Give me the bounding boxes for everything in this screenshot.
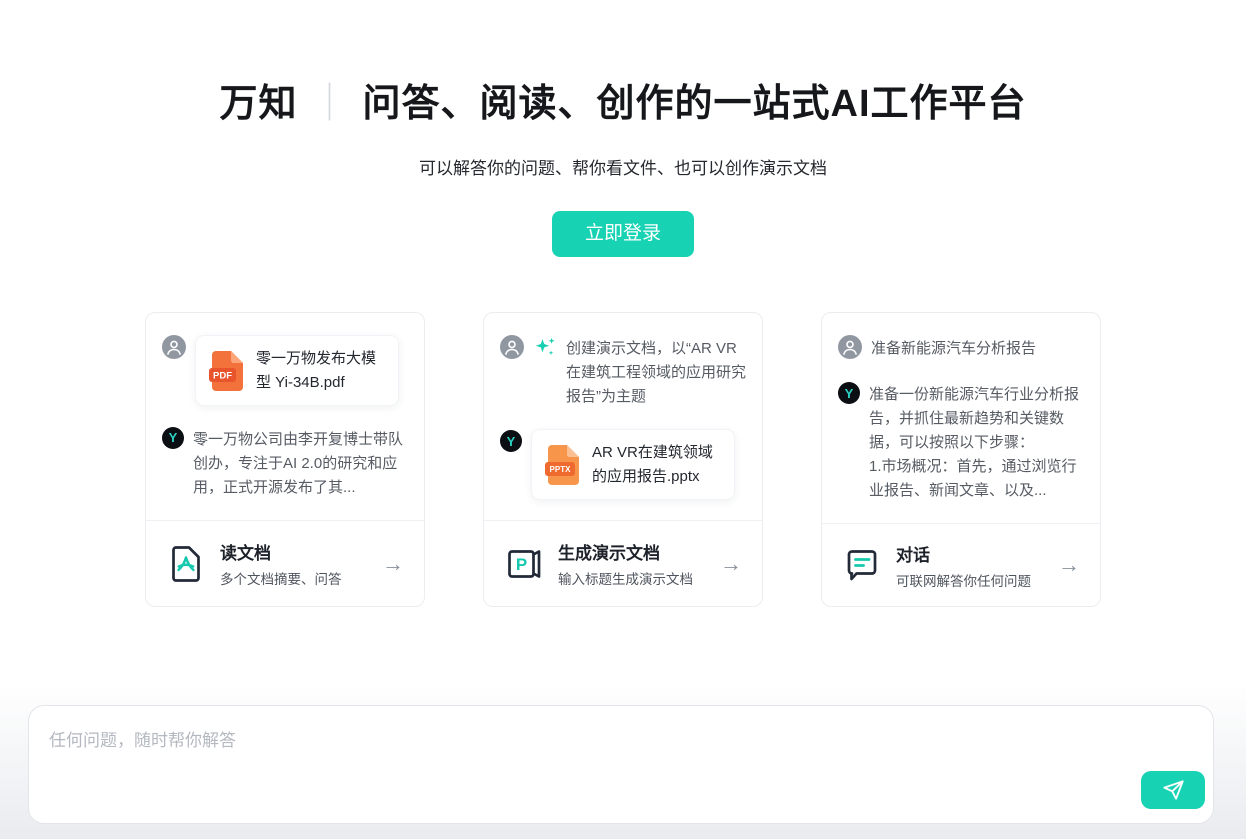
footer-subtitle: 输入标题生成演示文档 — [558, 568, 693, 588]
card-chat-preview: 创建演示文档，以“AR VR在建筑工程领域的应用研究报告”为主题 Y PPTX … — [484, 313, 762, 520]
title-separator: ｜ — [310, 83, 349, 125]
arrow-right-icon[interactable]: → — [382, 553, 404, 575]
ai-message-row: Y 零一万物公司由李开复博士带队创办，专注于AI 2.0的研究和应用，正式开源发… — [162, 426, 408, 500]
footer-texts: 生成演示文档 输入标题生成演示文档 — [558, 539, 693, 588]
send-button[interactable] — [1141, 771, 1205, 809]
ai-avatar-icon: Y — [500, 430, 522, 452]
page-subtitle: 可以解答你的问题、帮你看文件、也可以创作演示文档 — [0, 154, 1246, 179]
pdf-file-name: 零一万物发布大模型 Yi-34B.pdf — [256, 347, 385, 394]
user-message-row: 准备新能源汽车分析报告 — [838, 335, 1084, 361]
ai-message-row: Y PPTX AR VR在建筑领域的应用报告.pptx — [500, 429, 746, 500]
card-chat-preview: PDF 零一万物发布大模型 Yi-34B.pdf Y 零一万物公司由李开复博士带… — [146, 313, 424, 520]
arrow-right-icon[interactable]: → — [1058, 554, 1080, 576]
question-input[interactable] — [29, 706, 1213, 823]
footer-title: 生成演示文档 — [558, 539, 693, 564]
chat-bubble-icon — [842, 545, 882, 585]
page-title: 万知 ｜ 问答、阅读、创作的一站式AI工作平台 — [0, 82, 1246, 128]
footer-title: 读文档 — [220, 539, 342, 564]
pptx-file-icon: PPTX — [545, 445, 581, 485]
svg-text:PPTX: PPTX — [550, 465, 572, 474]
arrow-right-icon[interactable]: → — [720, 553, 742, 575]
pptx-file-name: AR VR在建筑领域的应用报告.pptx — [592, 441, 721, 488]
brand-name: 万知 — [219, 83, 297, 125]
footer-texts: 读文档 多个文档摘要、问答 — [220, 539, 342, 588]
footer-texts: 对话 可联网解答你任何问题 — [896, 541, 1031, 590]
question-composer — [28, 705, 1214, 824]
footer-title: 对话 — [896, 541, 1031, 566]
hero-section: 万知 ｜ 问答、阅读、创作的一站式AI工作平台 可以解答你的问题、帮你看文件、也可以… — [0, 0, 1246, 257]
card-footer-chat[interactable]: 对话 可联网解答你任何问题 → — [822, 523, 1100, 606]
page-title-text: 问答、阅读、创作的一站式AI工作平台 — [363, 83, 1027, 125]
svg-text:PDF: PDF — [213, 370, 232, 381]
footer-subtitle: 可联网解答你任何问题 — [896, 570, 1031, 590]
card-read-document[interactable]: PDF 零一万物发布大模型 Yi-34B.pdf Y 零一万物公司由李开复博士带… — [145, 312, 425, 607]
pdf-file-icon: PDF — [209, 351, 245, 391]
ai-avatar-icon: Y — [838, 382, 860, 404]
ai-avatar-icon: Y — [162, 427, 184, 449]
ai-message-text: 准备一份新能源汽车行业分析报告，并抓住最新趋势和关键数据，可以按照以下步骤： 1… — [869, 381, 1084, 503]
pptx-file-chip[interactable]: PPTX AR VR在建筑领域的应用报告.pptx — [531, 429, 735, 500]
card-chat-preview: 准备新能源汽车分析报告 Y 准备一份新能源汽车行业分析报告，并抓住最新趋势和关键… — [822, 313, 1100, 523]
card-chat[interactable]: 准备新能源汽车分析报告 Y 准备一份新能源汽车行业分析报告，并抓住最新趋势和关键… — [821, 312, 1101, 607]
user-avatar-icon — [838, 335, 862, 359]
read-document-icon — [166, 544, 206, 584]
ai-message-row: Y 准备一份新能源汽车行业分析报告，并抓住最新趋势和关键数据，可以按照以下步骤：… — [838, 381, 1084, 503]
login-button[interactable]: 立即登录 — [552, 211, 694, 258]
user-avatar-icon — [162, 335, 186, 359]
footer-subtitle: 多个文档摘要、问答 — [220, 568, 342, 588]
ai-message-text: 零一万物公司由李开复博士带队创办，专注于AI 2.0的研究和应用，正式开源发布了… — [193, 426, 408, 500]
pdf-file-chip[interactable]: PDF 零一万物发布大模型 Yi-34B.pdf — [195, 335, 399, 406]
paper-plane-icon — [1160, 777, 1186, 803]
svg-text:P: P — [516, 555, 527, 574]
feature-cards: PDF 零一万物发布大模型 Yi-34B.pdf Y 零一万物公司由李开复博士带… — [0, 312, 1246, 607]
user-message-row: PDF 零一万物发布大模型 Yi-34B.pdf — [162, 335, 408, 406]
presentation-icon: P — [504, 544, 544, 584]
card-generate-presentation[interactable]: 创建演示文档，以“AR VR在建筑工程领域的应用研究报告”为主题 Y PPTX … — [483, 312, 763, 607]
user-message-text: 准备新能源汽车分析报告 — [871, 335, 1036, 361]
sparkles-icon — [533, 335, 557, 359]
user-avatar-icon — [500, 335, 524, 359]
user-message-row: 创建演示文档，以“AR VR在建筑工程领域的应用研究报告”为主题 — [500, 335, 746, 409]
user-message-text: 创建演示文档，以“AR VR在建筑工程领域的应用研究报告”为主题 — [566, 335, 746, 409]
card-footer-generate-presentation[interactable]: P 生成演示文档 输入标题生成演示文档 → — [484, 520, 762, 606]
card-footer-read-document[interactable]: 读文档 多个文档摘要、问答 → — [146, 520, 424, 606]
